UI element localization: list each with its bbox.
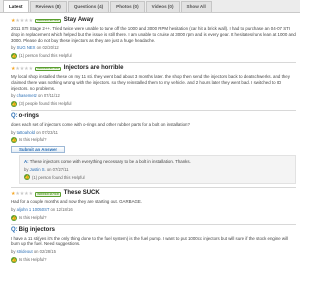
review-byline: by chasemetz on 07/11/12 [11,93,296,98]
helpful-row: 👍 (3) people found this Helpful [11,100,296,107]
review-item: ★ ★ ★ ★ ★ VERIFIED BUYER These SUCK Had for … [11,188,296,225]
thumbs-up-icon[interactable]: 👍 [11,100,17,107]
review-title: Injectors are horrible [63,64,124,71]
answer-text: These injectors come with everything nec… [28,159,191,165]
star-icon: ★ [28,191,34,198]
helpful-row: 👍 Is this Helpful? [11,256,296,263]
review-date: on 07/11/12 [36,93,60,99]
helpful-text: Is this Helpful? [19,137,47,143]
question-date: on 07/23/11 [35,129,58,135]
review-title: These SUCK [63,190,100,197]
helpful-text: Is this Helpful? [19,214,47,220]
review-body: 2011 STI Stage 2++. Tried twice were una… [11,26,296,43]
thumbs-up-icon[interactable]: 👍 [11,256,17,263]
tab-reviews[interactable]: Reviews (8) [29,1,67,12]
review-body: My local shop installed these on my 11 s… [11,73,290,91]
tab-photos[interactable]: Photos (0) [110,1,145,12]
review-date: on 02/20/12 [35,45,59,51]
question-header: Q: Big injectors [11,227,296,235]
verified-badge: VERIFIED BUYER [34,18,61,24]
star-rating: ★ ★ ★ ★ ★ [11,191,34,198]
review-item: ★ ★ ★ ★ ★ VERIFIED BUYER Injectors are horri… [11,63,296,111]
star-icon: ★ [28,65,34,72]
question-byline: by tattoahold on 07/23/11 [11,130,296,135]
question-label: Q: [11,112,18,119]
submit-answer-button[interactable]: Submit an Answer [11,146,66,154]
tab-questions[interactable]: Questions (4) [67,1,110,12]
author-link[interactable]: tattoahold [17,130,35,135]
thumbs-up-icon[interactable]: 👍 [11,214,17,221]
review-title: Stay Away [63,17,94,24]
helpful-row: 👍 (1) person found this Helpful [11,52,296,59]
review-header: ★ ★ ★ ★ ★ VERIFIED BUYER Injectors are horri… [11,65,296,73]
star-icon: ★ [28,17,34,24]
question-title: o-rings [18,112,40,119]
author-link[interactable]: strideout [17,249,33,254]
answer-byline: by Justin S. on 07/27/11 [24,167,291,172]
tab-videos[interactable]: Videos (0) [145,1,180,12]
helpful-row: 👍 (1) person found this Helpful [24,174,291,181]
helpful-text: (1) person found this Helpful [32,174,85,180]
star-rating: ★ ★ ★ ★ ★ [11,65,34,72]
product-tabs: Latest Reviews (8) Questions (4) Photos … [0,0,300,13]
answer-item: A: These injectors come with everything … [19,155,296,185]
question-date: on 02/28/15 [32,249,56,255]
helpful-text: (3) people found this Helpful [19,101,72,107]
question-body: does each set of injectors come with o-r… [11,121,190,127]
question-item: Q: o-rings does each set of injectors co… [11,111,296,189]
verified-badge: VERIFIED BUYER [34,192,61,197]
star-rating: ★ ★ ★ ★ ★ [11,17,34,24]
author-link[interactable]: chasemetz [17,93,37,98]
author-link[interactable]: SUG NEX [17,45,36,50]
thumbs-up-icon[interactable]: 👍 [11,52,17,59]
helpful-row: 👍 Is this Helpful? [11,214,296,221]
helpful-row: 👍 Is this Helpful? [11,137,296,144]
author-link[interactable]: aljohn 1 10050ST [17,207,50,212]
question-label: Q: [11,226,18,233]
review-header: ★ ★ ★ ★ ★ VERIFIED BUYER These SUCK [11,190,296,198]
review-list: ★ ★ ★ ★ ★ VERIFIED BUYER Stay Away 2011 STI … [0,15,300,266]
question-item: Q: Big injectors I have a 11 sti(yes it'… [11,225,296,266]
review-body: Had for a couple months and now they are… [11,199,143,205]
review-item: ★ ★ ★ ★ ★ VERIFIED BUYER Stay Away 2011 STI … [11,15,296,63]
question-title: Big injectors [18,226,56,233]
helpful-text: (1) person found this Helpful [19,53,72,59]
review-byline: by aljohn 1 10050ST on 12/18/16 [11,207,296,212]
review-header: ★ ★ ★ ★ ★ VERIFIED BUYER Stay Away [11,17,296,25]
verified-badge: VERIFIED BUYER [34,66,61,72]
review-byline: by SUG NEX on 02/20/12 [11,45,296,50]
tab-show-all[interactable]: Show All [180,1,212,12]
thumbs-up-icon[interactable]: 👍 [11,137,17,144]
answer-body: A: These injectors come with everything … [24,159,291,165]
tab-latest[interactable]: Latest [3,0,29,12]
question-byline: by strideout on 02/28/15 [11,249,296,254]
answer-date: on 07/27/11 [45,166,69,172]
helpful-text: Is this Helpful? [19,256,47,262]
question-header: Q: o-rings [11,113,296,121]
review-date: on 12/18/16 [49,207,73,213]
thumbs-up-icon[interactable]: 👍 [24,174,30,181]
author-link[interactable]: Justin S. [30,167,46,172]
question-body: I have a 11 sti(yes it's the only thing … [11,235,289,247]
